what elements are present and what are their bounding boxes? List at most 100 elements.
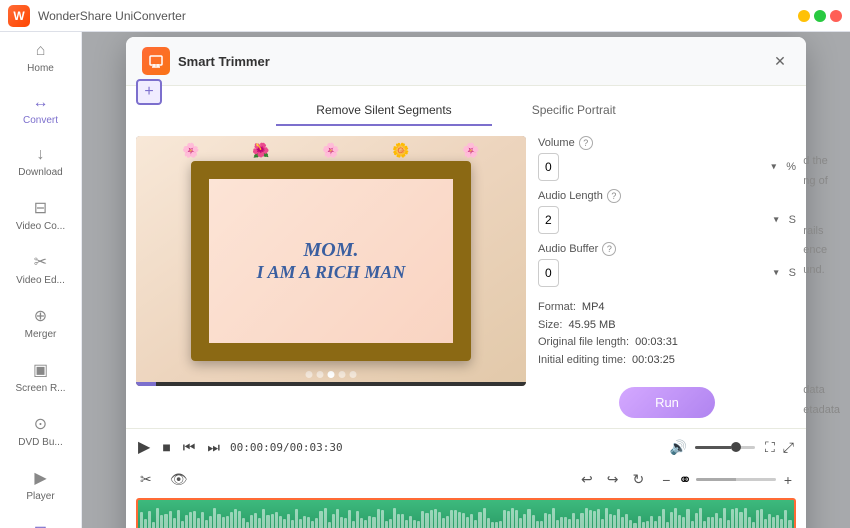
sidebar-item-merger[interactable]: ⊕ Merger: [0, 296, 81, 350]
home-icon: ⌂: [36, 42, 46, 60]
file-info: Format: MP4 Size: 45.95 MB Original file…: [538, 295, 796, 373]
sidebar-item-download-label: Download: [18, 167, 62, 178]
undo-button[interactable]: ↩: [577, 469, 597, 490]
waveform-bar-segment: [572, 513, 575, 528]
volume-select-wrapper: 0: [538, 153, 782, 181]
sidebar-item-dvd-burn-label: DVD Bu...: [18, 437, 62, 448]
audio-length-info-icon[interactable]: ?: [607, 189, 621, 203]
volume-slider[interactable]: [695, 446, 755, 449]
volume-info-icon[interactable]: ?: [579, 136, 593, 150]
sidebar-item-dvd-burn[interactable]: ⊙ DVD Bu...: [0, 404, 81, 458]
waveform-bar-segment: [601, 519, 604, 528]
waveform-bar-segment: [430, 510, 433, 528]
audio-length-label-text: Audio Length: [538, 190, 603, 202]
waveform-bar-segment: [344, 518, 347, 528]
zoom-in-button[interactable]: +: [780, 470, 796, 490]
waveform-bar-segment: [523, 514, 526, 528]
video-preview: 🌸🌺🌸🌼🌸 MOM. I AM A RICH MAN: [136, 136, 526, 386]
waveform-bar-segment: [291, 520, 294, 528]
waveform-bar-segment: [148, 511, 151, 528]
close-button[interactable]: [830, 10, 842, 22]
waveform-bar-segment: [519, 518, 522, 528]
volume-group: Volume ? 0 %: [538, 136, 796, 181]
audio-buffer-info-icon[interactable]: ?: [602, 242, 616, 256]
waveform-bar-segment: [164, 514, 167, 528]
volume-unit: %: [786, 161, 796, 173]
prev-button[interactable]: ⏮: [181, 437, 198, 458]
size-label: Size:: [538, 317, 562, 335]
waveform-bar-segment: [205, 520, 208, 528]
play-button[interactable]: ▶: [136, 435, 152, 459]
expand-button[interactable]: ⤢: [781, 437, 796, 458]
waveform-bar-segment: [748, 517, 751, 528]
run-button[interactable]: Run: [619, 387, 715, 418]
audio-length-select[interactable]: 2: [538, 206, 559, 234]
next-button[interactable]: ⏭: [205, 437, 222, 458]
waveform-bar-segment: [417, 521, 420, 528]
audio-length-select-row: 2 S: [538, 206, 796, 234]
waveform-bar-segment: [515, 510, 518, 528]
waveform-bar-segment: [483, 508, 486, 528]
app-body: ⌂ Home ↔ Convert ↓ Download ⊟ Video Co..…: [0, 32, 850, 528]
redo-button[interactable]: ↪: [603, 469, 623, 490]
zoom-out-button[interactable]: −: [658, 470, 674, 490]
audio-buffer-select-row: 0 S: [538, 259, 796, 287]
audio-buffer-unit: S: [789, 267, 796, 279]
waveform-bar-segment: [593, 511, 596, 528]
waveform-bar-segment: [776, 515, 779, 528]
waveform-bar-segment: [491, 522, 494, 528]
waveform-bar-segment: [699, 508, 702, 528]
add-file-icon: +: [144, 83, 153, 101]
dot-2: [317, 371, 324, 378]
waveform-bar-segment: [287, 514, 290, 528]
waveform-bar-segment: [470, 514, 473, 528]
audio-buffer-select[interactable]: 0: [538, 259, 559, 287]
app-logo: W: [8, 5, 30, 27]
stop-button[interactable]: ■: [160, 437, 172, 457]
waveform-bar-segment: [540, 521, 543, 528]
waveform-bar-segment: [503, 510, 506, 528]
waveform-bar-segment: [511, 508, 514, 528]
tab-specific-portrait[interactable]: Specific Portrait: [492, 96, 656, 126]
volume-select[interactable]: 0: [538, 153, 559, 181]
waveform-bar-segment: [495, 522, 498, 528]
volume-select-row: 0 %: [538, 153, 796, 181]
waveform-track[interactable]: [136, 498, 796, 528]
waveform-bar-segment: [474, 520, 477, 528]
sidebar-item-player[interactable]: ▶ Player: [0, 458, 81, 512]
waveform-bar-segment: [597, 509, 600, 528]
modal-body: 🌸🌺🌸🌼🌸 MOM. I AM A RICH MAN: [126, 126, 806, 428]
sidebar-item-download[interactable]: ↓ Download: [0, 136, 81, 188]
title-bar: W WonderShare UniConverter: [0, 0, 850, 32]
waveform-bar-segment: [405, 520, 408, 528]
fullscreen-button[interactable]: ⛶: [763, 437, 777, 458]
waveform-bar-segment: [695, 513, 698, 528]
waveform-bar-segment: [719, 518, 722, 528]
redo2-button[interactable]: ↻: [628, 469, 648, 490]
add-file-button[interactable]: +: [136, 79, 162, 105]
waveform-bar-segment: [478, 512, 481, 528]
sidebar-item-video-edit[interactable]: ✂ Video Ed...: [0, 242, 81, 296]
waveform-bar-segment: [340, 517, 343, 528]
decorative-flowers: 🌸🌺🌸🌼🌸: [156, 142, 506, 159]
sidebar-item-toolbox[interactable]: ⊞ Toolbox: [0, 512, 81, 528]
sidebar-item-screen-rec[interactable]: ▣ Screen R...: [0, 350, 81, 404]
waveform-bar-segment: [360, 518, 363, 528]
zoom-slider[interactable]: [696, 478, 776, 481]
sidebar-item-convert[interactable]: ↔ Convert: [0, 84, 81, 136]
modal-close-button[interactable]: ✕: [770, 51, 790, 71]
timeline-area: ✂ 👁 ↩ ↪ ↻ − ⚭ +: [126, 465, 806, 528]
sidebar-item-home[interactable]: ⌂ Home: [0, 32, 81, 84]
video-edit-icon: ✂: [34, 252, 47, 272]
cut-tool-button[interactable]: ✂: [136, 469, 156, 490]
waveform-bar-segment: [409, 516, 412, 528]
zoom-link-icon: ⚭: [678, 470, 691, 490]
tab-remove-silent[interactable]: Remove Silent Segments: [276, 96, 491, 126]
waveform-bar-segment: [254, 513, 257, 528]
sidebar-item-video-compress[interactable]: ⊟ Video Co...: [0, 188, 81, 242]
waveform-bar-segment: [642, 522, 645, 528]
minimize-button[interactable]: [798, 10, 810, 22]
maximize-button[interactable]: [814, 10, 826, 22]
eye-tool-button[interactable]: 👁: [166, 469, 192, 490]
waveform-bar-segment: [629, 520, 632, 528]
